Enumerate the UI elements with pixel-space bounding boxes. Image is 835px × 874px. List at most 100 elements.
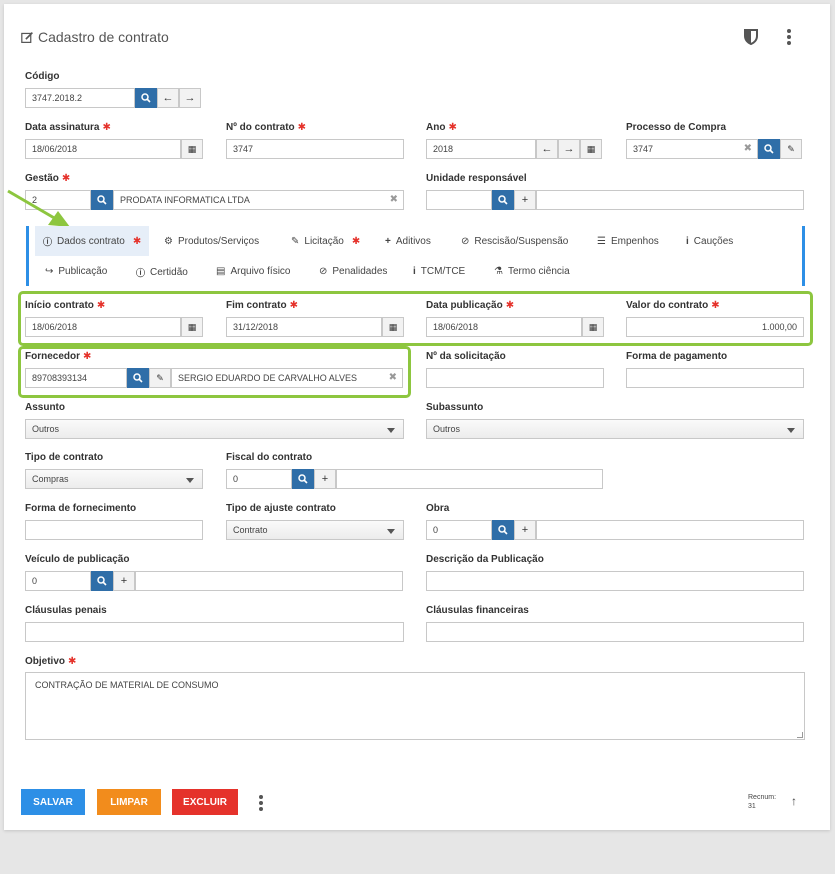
clear-icon[interactable]: ✖ <box>390 194 398 205</box>
codigo-prev-button[interactable]: ← <box>157 88 179 108</box>
plus-icon: + <box>521 194 529 206</box>
objetivo-textarea[interactable]: CONTRAÇÃO DE MATERIAL DE CONSUMO <box>25 672 805 740</box>
ano-calendar-button[interactable]: ▦ <box>580 139 602 159</box>
codigo-input[interactable]: 3747.2018.2 <box>25 88 135 108</box>
obra-code-input[interactable]: 0 <box>426 520 492 540</box>
data-assinatura-calendar-button[interactable]: ▦ <box>181 139 203 159</box>
recnum-info: Recnum: 31 <box>748 794 777 810</box>
ban-icon: ⊘ <box>319 266 328 277</box>
fiscal-code-input[interactable]: 0 <box>226 469 292 489</box>
arrow-right-icon: → <box>184 92 196 104</box>
info-icon: ⓘ <box>43 236 53 247</box>
tab-publicacao[interactable]: ↪ Publicação <box>45 266 107 277</box>
unidade-code-input[interactable] <box>426 190 492 210</box>
codigo-search-button[interactable] <box>135 88 157 108</box>
veiculo-code-input[interactable]: 0 <box>25 571 91 591</box>
processo-edit-button[interactable]: ✎ <box>780 139 802 159</box>
fim-contrato-input[interactable]: 31/12/2018 <box>226 317 382 337</box>
caret-down-icon <box>387 529 395 534</box>
caret-down-icon <box>787 428 795 433</box>
tab-licitacao[interactable]: ✎ Licitação ✱ <box>291 236 360 247</box>
assunto-select[interactable]: Outros <box>25 419 404 439</box>
tab-certidao[interactable]: ⓘ Certidão <box>136 266 188 279</box>
tab-produtos-servicos[interactable]: ⚙ Produtos/Serviços <box>164 236 259 247</box>
info-icon: i <box>686 236 689 247</box>
fim-calendar-button[interactable]: ▦ <box>382 317 404 337</box>
publicacao-calendar-button[interactable]: ▦ <box>582 317 604 337</box>
fiscal-search-button[interactable] <box>292 469 314 489</box>
limpar-button[interactable]: LIMPAR <box>97 789 161 815</box>
list-icon: ☰ <box>597 236 606 247</box>
fiscal-add-button[interactable]: + <box>314 469 336 489</box>
ano-input[interactable]: 2018 <box>426 139 536 159</box>
tab-aditivos[interactable]: + Aditivos <box>385 236 431 247</box>
veiculo-search-button[interactable] <box>91 571 113 591</box>
calendar-icon: ▦ <box>586 143 596 154</box>
tab-caucoes[interactable]: i Cauções <box>686 236 733 247</box>
forma-pagamento-input[interactable] <box>626 368 804 388</box>
search-icon <box>97 195 107 205</box>
ban-icon: ⊘ <box>461 236 470 247</box>
forma-fornecimento-label: Forma de fornecimento <box>25 503 137 514</box>
inicio-contrato-input[interactable]: 18/06/2018 <box>25 317 181 337</box>
veiculo-name-input[interactable] <box>135 571 403 591</box>
pencil-icon: ✎ <box>156 372 164 383</box>
veiculo-add-button[interactable]: + <box>113 571 135 591</box>
tab-empenhos[interactable]: ☰ Empenhos <box>597 236 659 247</box>
resize-handle-icon[interactable] <box>797 732 803 738</box>
tab-dados-contrato[interactable]: ⓘ Dados contrato ✱ <box>35 226 150 256</box>
tab-arquivo-fisico[interactable]: ▤ Arquivo físico <box>216 266 290 277</box>
flask-icon: ⚗ <box>494 266 503 277</box>
tipo-contrato-select[interactable]: Compras <box>25 469 203 489</box>
salvar-button[interactable]: SALVAR <box>21 789 85 815</box>
clear-icon[interactable]: ✖ <box>744 143 752 154</box>
obra-name-input[interactable] <box>536 520 804 540</box>
unidade-search-button[interactable] <box>492 190 514 210</box>
gestao-label: Gestão ✱ <box>25 173 71 184</box>
valor-contrato-label: Valor do contrato ✱ <box>626 300 720 311</box>
ano-next-button[interactable]: → <box>558 139 580 159</box>
tab-termo-ciencia[interactable]: ⚗ Termo ciência <box>494 266 570 277</box>
fornecedor-name-input[interactable]: SERGIO EDUARDO DE CARVALHO ALVES ✖ <box>171 368 403 388</box>
more-options-icon[interactable] <box>786 28 792 51</box>
fornecedor-edit-button[interactable]: ✎ <box>149 368 171 388</box>
shield-icon[interactable] <box>744 29 758 50</box>
numero-solicitacao-input[interactable] <box>426 368 604 388</box>
processo-search-button[interactable] <box>758 139 780 159</box>
data-assinatura-input[interactable]: 18/06/2018 <box>25 139 181 159</box>
unidade-name-input[interactable] <box>536 190 804 210</box>
scroll-top-arrow-icon[interactable]: ↑ <box>791 794 797 808</box>
info-icon: ⓘ <box>136 268 146 278</box>
more-actions-icon[interactable] <box>258 794 264 817</box>
data-publicacao-input[interactable]: 18/06/2018 <box>426 317 582 337</box>
obra-label: Obra <box>426 503 450 514</box>
tab-rescisao-suspensao[interactable]: ⊘ Rescisão/Suspensão <box>461 236 568 247</box>
ano-prev-button[interactable]: ← <box>536 139 558 159</box>
gestao-name-input[interactable]: PRODATA INFORMATICA LTDA ✖ <box>113 190 404 210</box>
forma-fornecimento-input[interactable] <box>25 520 203 540</box>
tab-tcm-tce[interactable]: i TCM/TCE <box>413 266 465 277</box>
fornecedor-search-button[interactable] <box>127 368 149 388</box>
fiscal-name-input[interactable] <box>336 469 603 489</box>
subassunto-select[interactable]: Outros <box>426 419 804 439</box>
tab-penalidades[interactable]: ⊘ Penalidades <box>319 266 387 277</box>
fim-contrato-label: Fim contrato ✱ <box>226 300 298 311</box>
unidade-add-button[interactable]: + <box>514 190 536 210</box>
excluir-button[interactable]: EXCLUIR <box>172 789 238 815</box>
codigo-next-button[interactable]: → <box>179 88 201 108</box>
obra-search-button[interactable] <box>492 520 514 540</box>
valor-contrato-input[interactable]: 1.000,00 <box>626 317 804 337</box>
clear-icon[interactable]: ✖ <box>389 372 397 383</box>
fornecedor-code-input[interactable]: 89708393134 <box>25 368 127 388</box>
clausulas-financeiras-input[interactable] <box>426 622 804 642</box>
processo-compra-label: Processo de Compra <box>626 122 727 133</box>
tipo-contrato-label: Tipo de contrato <box>25 452 104 463</box>
obra-add-button[interactable]: + <box>514 520 536 540</box>
gestao-search-button[interactable] <box>91 190 113 210</box>
descricao-publicacao-input[interactable] <box>426 571 804 591</box>
processo-compra-input[interactable]: 3747 ✖ <box>626 139 758 159</box>
inicio-calendar-button[interactable]: ▦ <box>181 317 203 337</box>
numero-contrato-input[interactable]: 3747 <box>226 139 404 159</box>
tipo-ajuste-select[interactable]: Contrato <box>226 520 404 540</box>
clausulas-penais-input[interactable] <box>25 622 404 642</box>
